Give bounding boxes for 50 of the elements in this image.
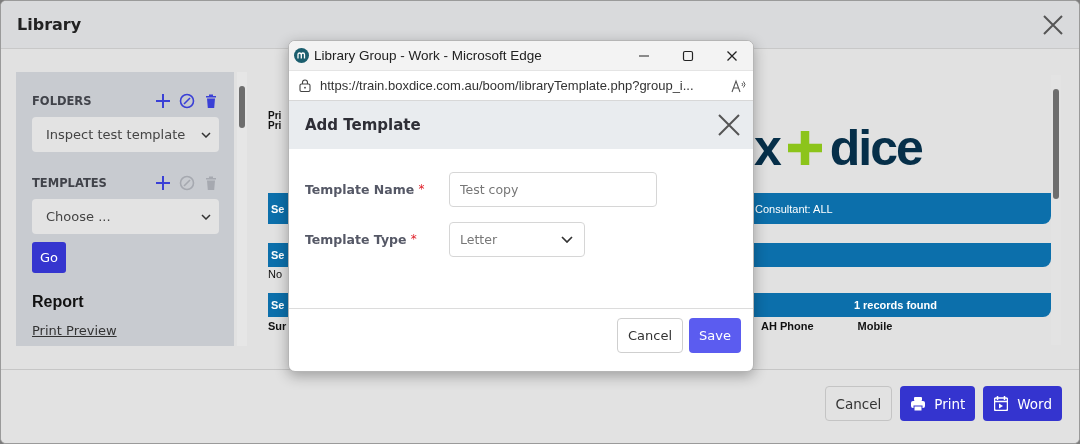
- section-info: Consultant: ALL: [754, 202, 834, 215]
- section-title: Se: [270, 249, 286, 261]
- dialog-title: Add Template: [305, 116, 421, 134]
- save-button[interactable]: Save: [689, 317, 741, 353]
- printer-icon: [911, 396, 926, 411]
- plus-icon[interactable]: [155, 93, 171, 109]
- lock-icon: [299, 79, 311, 92]
- cancel-button[interactable]: Cancel: [617, 317, 684, 353]
- logo-text: dice: [829, 122, 922, 174]
- trash-icon[interactable]: [203, 93, 219, 109]
- preview-text: Pri: [268, 111, 283, 121]
- calendar-icon: [994, 396, 1009, 411]
- section-title: Se: [270, 299, 286, 311]
- url-text[interactable]: https://train.boxdice.com.au/boom/libraryTemplate.php?group_i...: [320, 78, 731, 93]
- chevron-down-icon: [561, 236, 573, 243]
- report-heading: Report: [32, 293, 85, 311]
- logo-text: x: [754, 122, 780, 174]
- report-link[interactable]: Print Preview: [32, 323, 219, 338]
- browser-title: Library Group - Work - Microsoft Edge: [314, 48, 543, 63]
- close-icon[interactable]: [718, 114, 740, 136]
- section-info: 1 records found: [852, 299, 938, 311]
- close-icon[interactable]: [726, 49, 738, 62]
- cancel-button[interactable]: Cancel: [824, 386, 893, 421]
- preview-text: No: [268, 267, 284, 282]
- plus-icon[interactable]: [155, 175, 171, 191]
- print-button[interactable]: Print: [900, 386, 976, 421]
- go-button[interactable]: Go: [32, 242, 66, 273]
- dropdown[interactable]: Choose ...: [32, 199, 219, 234]
- field-label: Template Name *: [305, 182, 426, 197]
- chevron-down-icon: [201, 213, 211, 220]
- column-header: AH Phone: [760, 320, 815, 332]
- column-header: Sur: [268, 320, 286, 332]
- app-logo-icon: [294, 48, 309, 63]
- dropdown[interactable]: Inspect test template: [32, 117, 219, 152]
- chevron-down-icon: [201, 131, 211, 138]
- column-header: Mobile: [856, 320, 894, 332]
- read-aloud-icon[interactable]: [731, 78, 747, 93]
- text-field[interactable]: Test copy: [449, 172, 657, 207]
- scrollbar[interactable]: [237, 72, 247, 346]
- plus-icon: [787, 131, 822, 165]
- preview-text: Pri: [268, 121, 283, 131]
- field-label: Template Type *: [305, 232, 418, 247]
- dropdown[interactable]: Letter: [449, 222, 585, 257]
- slash-circle-icon[interactable]: [179, 93, 195, 109]
- section-title: Se: [270, 202, 286, 215]
- section-label: FOLDERS: [32, 94, 92, 108]
- maximize-icon[interactable]: [682, 49, 694, 62]
- section-label: TEMPLATES: [32, 176, 107, 190]
- word-button[interactable]: Word: [983, 386, 1062, 421]
- window-title: Library: [17, 15, 82, 34]
